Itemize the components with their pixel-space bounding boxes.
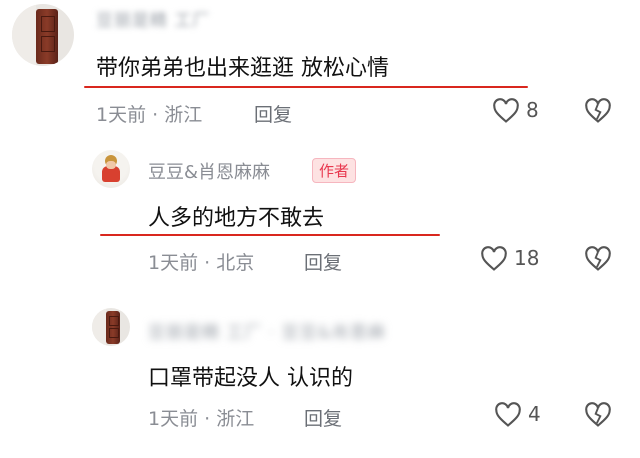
like-button[interactable]: 8 xyxy=(492,98,552,126)
dislike-button[interactable] xyxy=(584,98,614,126)
dislike-button[interactable] xyxy=(584,246,614,274)
broken-heart-icon xyxy=(585,246,611,271)
avatar[interactable] xyxy=(92,308,130,346)
heart-outline-icon xyxy=(481,246,507,271)
comment-time-location: 1天前 · 浙江 xyxy=(148,408,255,430)
avatar[interactable] xyxy=(92,150,130,188)
like-button[interactable]: 4 xyxy=(494,402,552,430)
broken-heart-icon xyxy=(585,98,611,123)
avatar[interactable] xyxy=(12,4,74,66)
comment-text: 带你弟弟也出来逛逛 放松心情 xyxy=(96,56,389,81)
username[interactable]: 豆丽是精 工厂 xyxy=(96,6,210,31)
heart-outline-icon xyxy=(493,98,519,123)
like-count: 8 xyxy=(526,98,539,122)
comment-text: 口罩带起没人 认识的 xyxy=(148,366,353,391)
like-count: 4 xyxy=(528,402,541,426)
comment-time-location: 1天前 · 北京 xyxy=(148,252,255,274)
username[interactable]: 豆丽是精 工厂 · 豆豆&肖恩麻 xyxy=(148,318,386,343)
heart-outline-icon xyxy=(495,402,521,427)
like-button[interactable]: 18 xyxy=(480,246,552,274)
author-badge: 作者 xyxy=(312,158,357,183)
reply-button[interactable]: 回复 xyxy=(254,100,292,127)
dislike-button[interactable] xyxy=(584,402,614,430)
username[interactable]: 豆豆&肖恩麻麻 xyxy=(148,158,270,184)
comment-time-location: 1天前 · 浙江 xyxy=(96,104,203,126)
reply-button[interactable]: 回复 xyxy=(304,248,342,275)
highlight-underline xyxy=(84,86,528,88)
like-count: 18 xyxy=(514,246,540,270)
broken-heart-icon xyxy=(585,402,611,427)
reply-button[interactable]: 回复 xyxy=(304,404,342,431)
highlight-underline xyxy=(100,234,440,236)
comment-text: 人多的地方不敢去 xyxy=(148,206,325,231)
